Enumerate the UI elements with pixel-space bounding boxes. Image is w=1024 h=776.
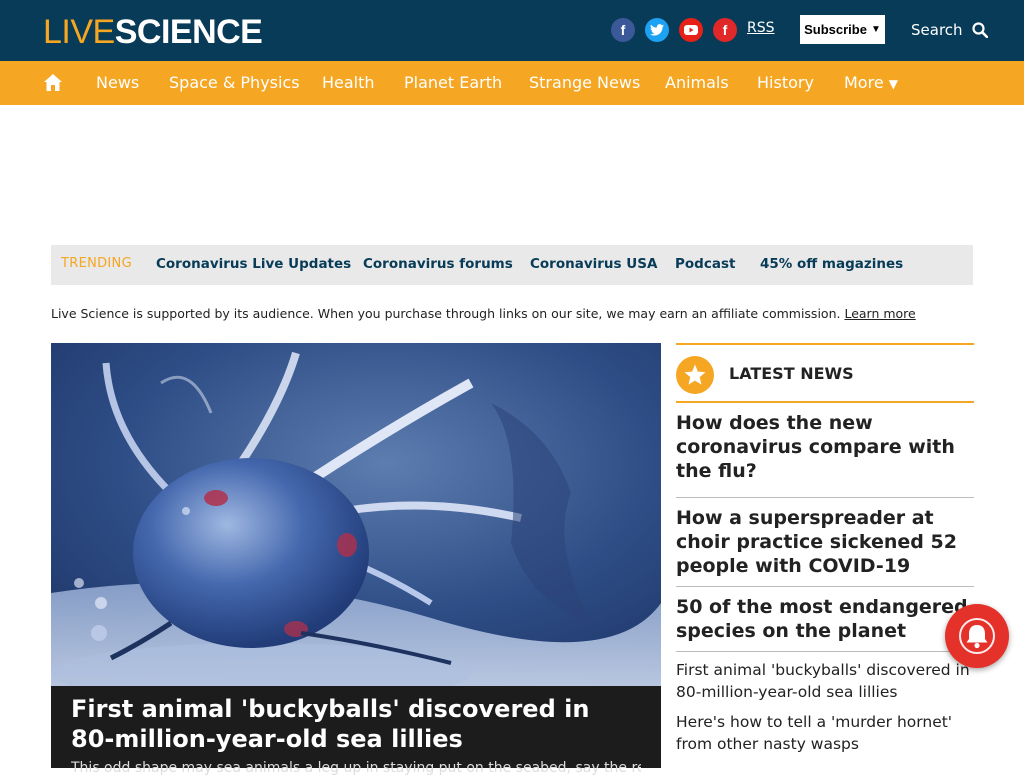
latest-news-item[interactable]: First animal 'buckyballs' discovered in … xyxy=(676,659,974,703)
list-divider xyxy=(676,586,974,587)
nav-more-label: More xyxy=(844,73,884,92)
main-nav: News Space & Physics Health Planet Earth… xyxy=(0,61,1024,105)
list-divider xyxy=(676,497,974,498)
rss-link[interactable]: RSS xyxy=(747,20,775,36)
bell-icon xyxy=(959,618,995,654)
subscribe-button[interactable]: Subscribe ▼ xyxy=(800,15,885,44)
search-button[interactable]: Search xyxy=(911,21,988,39)
latest-news-item[interactable]: 50 of the most endangered species on the… xyxy=(676,595,974,643)
home-icon[interactable] xyxy=(43,73,63,93)
sidebar-divider xyxy=(676,343,974,345)
nav-item-planet-earth[interactable]: Planet Earth xyxy=(404,73,502,93)
trending-link[interactable]: Podcast xyxy=(675,256,735,272)
latest-news-item[interactable]: How does the new coronavirus compare wit… xyxy=(676,411,974,483)
latest-news-heading: LATEST NEWS xyxy=(729,364,854,383)
site-logo[interactable]: LIVESCIENCE xyxy=(43,13,263,51)
nav-item-space-physics[interactable]: Space & Physics xyxy=(169,73,300,93)
flipboard-icon[interactable]: f xyxy=(713,18,737,42)
youtube-icon[interactable] xyxy=(679,18,703,42)
list-divider xyxy=(676,651,974,652)
search-label: Search xyxy=(911,21,963,39)
subscribe-label: Subscribe xyxy=(804,22,867,37)
nav-item-history[interactable]: History xyxy=(757,73,814,93)
star-icon xyxy=(676,356,714,394)
latest-news-item[interactable]: How a superspreader at choir practice si… xyxy=(676,506,974,578)
hero-subtitle: This odd shape may sea animals a leg up … xyxy=(71,760,641,776)
notification-bell-button[interactable] xyxy=(945,604,1009,668)
hero-caption[interactable]: First animal 'buckyballs' discovered in … xyxy=(51,686,661,776)
trending-link[interactable]: 45% off magazines xyxy=(760,256,903,272)
hero-image[interactable] xyxy=(51,343,661,686)
logo-science: SCIENCE xyxy=(114,13,263,51)
hero-title[interactable]: First animal 'buckyballs' discovered in … xyxy=(71,694,631,754)
site-header: LIVESCIENCE f f RSS Subscribe ▼ Search xyxy=(0,0,1024,61)
trending-link[interactable]: Coronavirus USA xyxy=(530,256,657,272)
chevron-down-icon: ▼ xyxy=(870,24,881,35)
nav-item-strange-news[interactable]: Strange News xyxy=(529,73,640,93)
trending-link[interactable]: Coronavirus forums xyxy=(363,256,513,272)
trending-bar: TRENDING Coronavirus Live Updates Corona… xyxy=(51,245,973,285)
search-icon xyxy=(971,22,988,38)
twitter-icon[interactable] xyxy=(645,18,669,42)
affiliate-text: Live Science is supported by its audienc… xyxy=(51,306,841,321)
logo-live: LIVE xyxy=(43,13,115,51)
sidebar-divider xyxy=(676,401,974,403)
learn-more-link[interactable]: Learn more xyxy=(844,306,915,321)
trending-link[interactable]: Coronavirus Live Updates xyxy=(156,256,351,272)
facebook-glyph: f xyxy=(620,22,626,38)
trending-label: TRENDING xyxy=(61,256,132,271)
caret-down-icon: ▼ xyxy=(888,77,898,91)
nav-item-news[interactable]: News xyxy=(96,73,139,93)
flipboard-glyph: f xyxy=(722,22,728,38)
nav-item-more[interactable]: More ▼ xyxy=(844,73,898,94)
nav-item-health[interactable]: Health xyxy=(322,73,375,93)
facebook-icon[interactable]: f xyxy=(611,18,635,42)
latest-news-item[interactable]: Here's how to tell a 'murder hornet' fro… xyxy=(676,711,974,755)
nav-item-animals[interactable]: Animals xyxy=(665,73,729,93)
affiliate-notice: Live Science is supported by its audienc… xyxy=(51,306,916,321)
